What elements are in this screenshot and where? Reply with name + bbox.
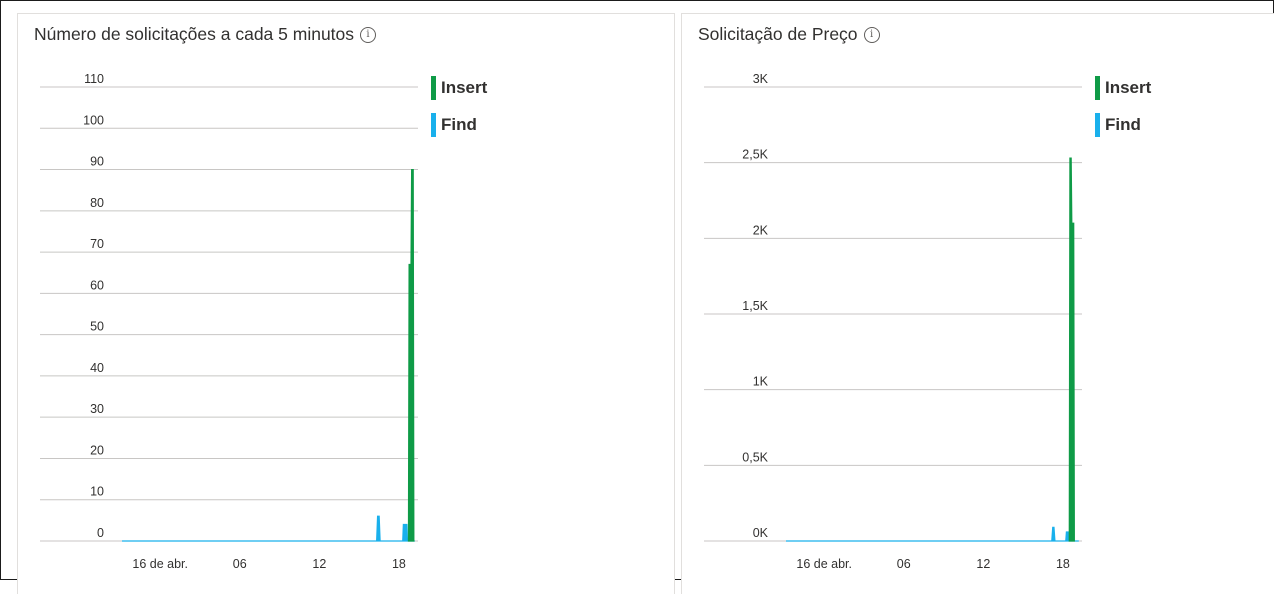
y-tick-label: 50 (90, 320, 104, 334)
y-tick-label: 2K (753, 223, 769, 237)
series-find-area[interactable] (122, 515, 415, 542)
dashboard-frame: Número de solicitações a cada 5 minutos … (0, 0, 1274, 594)
y-tick-label: 40 (90, 361, 104, 375)
chart-panel-requests: Número de solicitações a cada 5 minutos … (17, 13, 675, 594)
legend: Insert Find (431, 76, 487, 150)
legend: Insert Find (1095, 76, 1151, 150)
y-tick-label: 2,5K (742, 148, 768, 162)
y-tick-label: 3K (753, 72, 769, 86)
legend-label-insert: Insert (1105, 78, 1152, 97)
x-tick-label: 16 de abr. (132, 557, 188, 571)
y-tick-label: 60 (90, 278, 104, 292)
y-tick-label: 70 (90, 237, 104, 251)
y-tick-label: 90 (90, 155, 104, 169)
legend-label-insert: Insert (441, 78, 488, 97)
y-tick-label: 10 (90, 485, 104, 499)
legend-item-find[interactable]: Find (1095, 113, 1151, 137)
y-tick-label: 1K (753, 375, 769, 389)
chart-price-request: 0K 0,5K 1K 1,5K 2K 2,5K 3K 16 de abr. 06 12 18 (704, 72, 1082, 571)
x-tick-label: 12 (312, 557, 326, 571)
x-tick-label: 06 (897, 557, 911, 571)
x-tick-label: 16 de abr. (796, 557, 852, 571)
legend-label-find: Find (1105, 115, 1141, 134)
y-tick-label: 30 (90, 402, 104, 416)
y-tick-label: 20 (90, 443, 104, 457)
series-find-area[interactable] (786, 526, 1079, 542)
x-tick-label: 06 (233, 557, 247, 571)
legend-swatch-insert (1095, 76, 1100, 100)
series-insert-area[interactable] (1068, 157, 1075, 542)
legend-item-find[interactable]: Find (431, 113, 487, 137)
x-tick-label: 12 (976, 557, 990, 571)
y-tick-label: 0 (97, 526, 104, 540)
legend-swatch-find (1095, 113, 1100, 137)
series-insert-area[interactable] (407, 168, 415, 542)
y-tick-label: 110 (84, 72, 104, 86)
chart-requests: 0 10 20 30 40 50 60 70 80 90 100 110 16 de abr. 06 12 1… (40, 72, 418, 571)
legend-swatch-insert (431, 76, 436, 100)
y-tick-label: 100 (83, 113, 104, 127)
legend-item-insert[interactable]: Insert (1095, 76, 1151, 100)
x-tick-label: 18 (1056, 557, 1070, 571)
y-tick-label: 80 (90, 196, 104, 210)
legend-label-find: Find (441, 115, 477, 134)
legend-item-insert[interactable]: Insert (431, 76, 487, 100)
y-tick-label: 0K (753, 526, 769, 540)
legend-swatch-find (431, 113, 436, 137)
y-tick-label: 1,5K (742, 299, 768, 313)
y-tick-label: 0,5K (742, 450, 768, 464)
chart-panel-price-request: Solicitação de Preço i 0K 0,5K 1K 1,5K 2K 2,5… (681, 13, 1274, 594)
x-tick-label: 18 (392, 557, 406, 571)
